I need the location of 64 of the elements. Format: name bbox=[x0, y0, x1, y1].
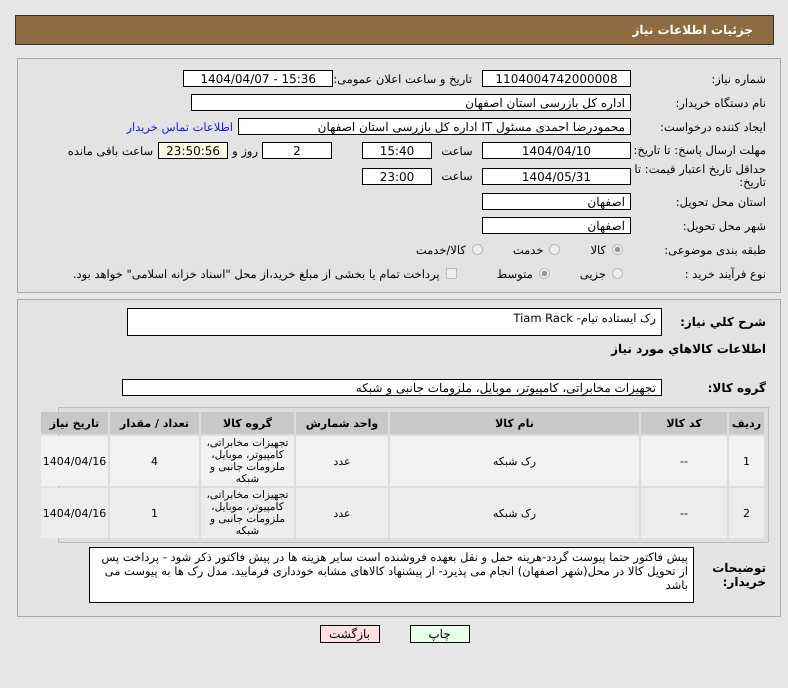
option-label: کالا/خدمت bbox=[416, 242, 466, 256]
field-label: ساعت باقی مانده bbox=[68, 144, 154, 158]
buyer-contact-link[interactable]: اطلاعات تماس خریدار bbox=[126, 120, 233, 134]
field-label: شهر محل تحویل: bbox=[682, 218, 767, 232]
field-label: نام دستگاه خریدار: bbox=[674, 96, 767, 110]
option-label: متوسط bbox=[496, 266, 533, 280]
remaining-time-field: 23:50:56 bbox=[158, 142, 228, 159]
table-cell: 4 bbox=[110, 436, 199, 486]
description-field: رک ایستاده تیام- Tiam Rack bbox=[127, 308, 662, 336]
column-header: واحد شمارش bbox=[296, 412, 388, 434]
field-label: روز و bbox=[232, 144, 258, 158]
announce-date-field: 1404/04/07 - 15:36 bbox=[183, 70, 334, 87]
field-label: نوع فرآیند خرید : bbox=[684, 266, 767, 280]
column-header: تعداد / مقدار bbox=[110, 412, 199, 434]
table-cell: عدد bbox=[296, 488, 388, 538]
section-title: اطلاعات كالاهاي مورد نياز bbox=[611, 342, 766, 356]
time-field: 15:40 bbox=[362, 142, 432, 159]
province-field: اصفهان bbox=[482, 193, 631, 210]
column-header: کد کالا bbox=[641, 412, 727, 434]
date-field: 1404/05/31 bbox=[482, 168, 631, 184]
field-label: حداقل تاریخ اعتبار قیمت: تا تاریخ: bbox=[633, 163, 767, 189]
field-label: طبقه بندی موضوعی: bbox=[663, 242, 767, 256]
table-cell: -- bbox=[641, 488, 727, 538]
table-cell: -- bbox=[641, 436, 727, 486]
field-label: استان محل تحویل: bbox=[674, 194, 767, 208]
city-field: اصفهان bbox=[482, 217, 631, 234]
days-field: 2 bbox=[262, 142, 332, 159]
table-cell: رک شبکه bbox=[390, 488, 639, 538]
table-cell: 1 bbox=[729, 436, 764, 486]
time-field: 23:00 bbox=[362, 168, 432, 184]
field-label: تاریخ و ساعت اعلان عمومی: bbox=[333, 72, 472, 86]
table-cell: 1404/04/16 bbox=[41, 488, 108, 538]
print-button[interactable]: چاپ bbox=[410, 625, 470, 643]
column-header: تاریخ نیاز bbox=[41, 412, 108, 434]
buyer-org-field: اداره کل بازرسی استان اصفهان bbox=[191, 94, 631, 111]
field-label: ساعت bbox=[440, 169, 474, 183]
field-label: گروه کالا: bbox=[706, 380, 767, 394]
option-label: پرداخت تمام یا بخشی از مبلغ خرید،از محل "اسناد خزانه اسلامی" خواهد بود. bbox=[72, 266, 440, 280]
table-cell: عدد bbox=[296, 436, 388, 486]
table-cell: 1404/04/16 bbox=[41, 436, 108, 486]
goods-group-field: تجهیزات مخابراتی، کامپیوتر، موبایل، ملزومات جانبی و شبکه bbox=[122, 379, 662, 396]
table-cell: تجهیزات مخابراتی، کامپیوتر، موبایل، ملزومات جانبی و شبکه bbox=[201, 436, 294, 486]
requester-field: محمودرضا احمدی مسئول IT اداره کل بازرسی استان اصفهان bbox=[238, 118, 631, 135]
field-label: شماره نیاز: bbox=[710, 72, 767, 86]
option-label: خدمت bbox=[512, 242, 544, 256]
option-label: کالا bbox=[590, 242, 606, 256]
need-number-field: 1104004742000008 bbox=[482, 70, 631, 87]
field-label: ساعت bbox=[440, 144, 474, 158]
column-header: نام کالا bbox=[390, 412, 639, 434]
date-field: 1404/04/10 bbox=[482, 142, 631, 159]
table-cell: رک شبکه bbox=[390, 436, 639, 486]
column-header: ردیف bbox=[729, 412, 764, 434]
column-header: گروه کالا bbox=[201, 412, 294, 434]
option-label: جزیی bbox=[580, 266, 606, 280]
page-title: جزئیات اطلاعات نیاز bbox=[632, 23, 753, 37]
field-label: توضیحات خریدار: bbox=[711, 561, 767, 589]
field-label: مهلت ارسال پاسخ: تا تاریخ: bbox=[632, 144, 767, 157]
buyer-notes-field: پیش فاکتور حتما پیوست گردد-هرینه حمل و نقل بعهده فروشنده است سایر هزینه ها در پیش فاکتور ذکر شود - پرداخت پس از تحویل کالا در محل(شهر اصفهان) انجام می پذیرد- از پیشنهاد کالاهای مشابه خودداری فرمایید. مدل رک ها به پیوست می باشد bbox=[89, 547, 694, 603]
field-label: شرح كلي نياز: bbox=[679, 315, 767, 329]
table-cell: 2 bbox=[729, 488, 764, 538]
field-label: ایجاد کننده درخواست: bbox=[659, 120, 767, 134]
table-cell: تجهیزات مخابراتی، کامپیوتر، موبایل، ملزومات جانبی و شبکه bbox=[201, 488, 294, 538]
back-button[interactable]: بازگشت bbox=[320, 625, 380, 643]
table-cell: 1 bbox=[110, 488, 199, 538]
